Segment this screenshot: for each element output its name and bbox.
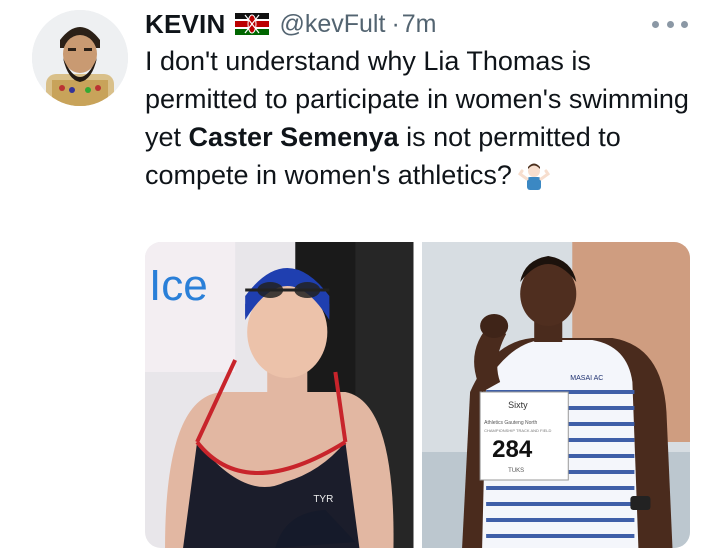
avatar-image: [32, 10, 128, 106]
separator-dot: ·: [391, 9, 400, 38]
tweet-header: KEVIN @kevFult · 7m: [145, 8, 437, 40]
swimsuit-brand: TYR: [313, 494, 333, 505]
more-options-icon[interactable]: [652, 18, 688, 30]
tweet-text: I don't understand why Lia Thomas is per…: [145, 42, 690, 194]
bib-number: 284: [492, 436, 533, 463]
display-name[interactable]: KEVIN: [145, 9, 225, 40]
media-grid: Ice TYR MASAI AC Sixty Athletics Gauteng…: [145, 242, 690, 548]
avatar[interactable]: [32, 10, 128, 106]
tweet-timestamp[interactable]: 7m: [402, 10, 437, 39]
photo-runner[interactable]: MASAI AC Sixty Athletics Gauteng North C…: [421, 242, 690, 548]
bib-sub-text: CHAMPIONSHIP TRACK AND FIELD: [484, 428, 551, 433]
kenya-flag-icon: [235, 13, 270, 35]
tweet-text-bold: Caster Semenya: [188, 122, 399, 152]
pool-sign-letters: Ice: [149, 261, 208, 310]
bib-bottom-text: TUKS: [508, 468, 524, 474]
photo-swimmer[interactable]: Ice TYR: [145, 242, 414, 548]
user-handle[interactable]: @kevFult: [279, 10, 385, 39]
vest-brand: MASAI AC: [570, 375, 603, 382]
bib-top-text: Sixty: [508, 400, 528, 410]
person-shrugging-icon: [517, 163, 550, 190]
bib-sponsor-text: Athletics Gauteng North: [484, 420, 537, 426]
